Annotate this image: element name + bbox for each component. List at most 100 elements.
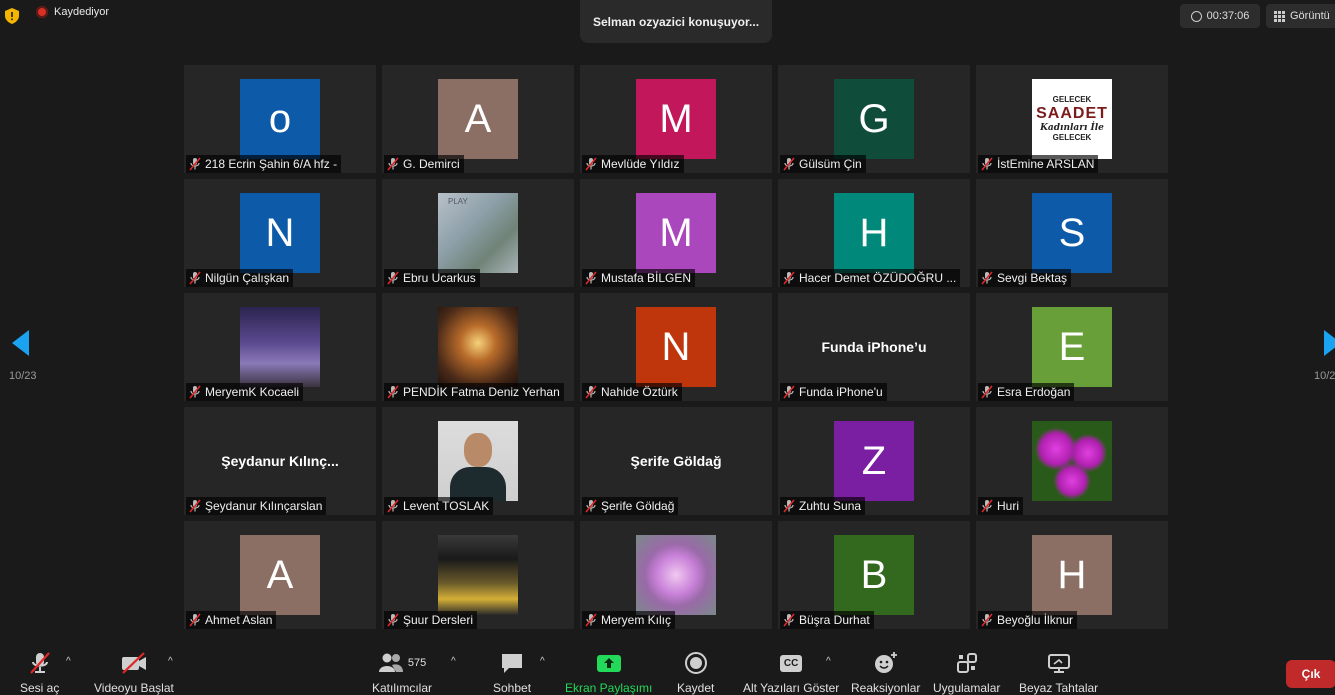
mic-muted-icon [188,157,202,171]
share-screen-button[interactable]: Ekran Paylaşımı [565,650,652,695]
participant-tile[interactable]: N Nilgün Çalışkan [184,179,376,287]
participant-tile[interactable]: E Esra Erdoğan [976,293,1168,401]
apps-button[interactable]: Uygulamalar [933,650,1000,695]
mic-muted-icon [782,271,796,285]
participant-name-label: Şerife Göldağ [582,497,679,515]
participants-button[interactable]: 575 Katılımcılar [372,650,432,695]
mic-muted-icon [584,385,598,399]
chat-label: Sohbet [493,681,532,695]
avatar: E [1032,307,1112,387]
captions-options-chevron-icon[interactable]: ^ [826,656,831,667]
image-caption: PLAY [448,197,468,206]
avatar: G [834,79,914,159]
previous-page-button[interactable]: 10/23 [5,330,41,382]
smiley-plus-icon [873,650,899,676]
logo-text: GELECEK [1052,133,1092,143]
mic-muted-icon [386,157,400,171]
participant-name-label: MeryemK Kocaeli [186,383,304,401]
recording-label: Kaydediyor [54,6,110,18]
participant-name: Şerife Göldağ [601,499,675,513]
participant-tile[interactable]: o 218 Ecrin Şahin 6/A hfz - [184,65,376,173]
participant-tile[interactable]: Şuur Dersleri [382,521,574,629]
participant-tile[interactable]: H Beyoğlu İlknur [976,521,1168,629]
chat-options-chevron-icon[interactable]: ^ [540,656,545,667]
video-options-chevron-icon[interactable]: ^ [168,656,173,667]
avatar: M [636,79,716,159]
start-video-button[interactable]: Videoyu Başlat [94,650,174,695]
reactions-button[interactable]: Reaksiyonlar [851,650,920,695]
gallery-grid: o 218 Ecrin Şahin 6/A hfz - A G. Demirci… [184,65,1168,629]
participant-tile[interactable]: S Sevgi Bektaş [976,179,1168,287]
participant-name-label: Mustafa BİLGEN [582,269,696,287]
meeting-toolbar: Sesi aç ^ Videoyu Başlat ^ 575 Katılımcı… [0,640,1335,695]
participant-tile[interactable]: Funda iPhone’u Funda iPhone'u [778,293,970,401]
participant-tile[interactable]: G Gülsüm Çin [778,65,970,173]
avatar: M [636,193,716,273]
participant-tile[interactable]: M Mevlüde Yıldız [580,65,772,173]
profile-picture [438,535,518,615]
participant-tile[interactable]: B Büşra Durhat [778,521,970,629]
participant-name-label: Beyoğlu İlknur [978,611,1078,629]
arrow-left-icon [12,330,29,356]
logo-text: Kadınları İle [1040,123,1104,134]
shield-icon[interactable] [5,8,19,24]
mic-muted-icon [188,385,202,399]
unmute-button[interactable]: Sesi aç [20,650,59,695]
participant-tile[interactable]: H Hacer Demet ÖZÜDOĞRU ... [778,179,970,287]
participant-tile[interactable]: Huri [976,407,1168,515]
participant-tile[interactable]: A G. Demirci [382,65,574,173]
participant-tile[interactable]: Levent TOSLAK [382,407,574,515]
participant-name-label: Şuur Dersleri [384,611,478,629]
participant-name-label: Nilgün Çalışkan [186,269,294,287]
participant-tile[interactable]: MeryemK Kocaeli [184,293,376,401]
participant-tile[interactable]: M Mustafa BİLGEN [580,179,772,287]
profile-picture: PLAY [438,193,518,273]
avatar: Z [834,421,914,501]
record-dot-icon [36,6,48,18]
participant-tile[interactable]: PENDİK Fatma Deniz Yerhan [382,293,574,401]
audio-options-chevron-icon[interactable]: ^ [66,656,71,667]
next-page-button[interactable]: 10/2 [1310,330,1335,382]
chat-button[interactable]: Sohbet [493,650,531,695]
participant-name-label: Esra Erdoğan [978,383,1075,401]
participant-tile[interactable]: Z Zuhtu Suna [778,407,970,515]
record-button[interactable]: Kaydet [677,650,714,695]
participant-tile[interactable]: GELECEK SAADET Kadınları İle GELECEK İst… [976,65,1168,173]
participant-name: Huri [997,499,1020,513]
profile-picture [1032,421,1112,501]
participant-tile[interactable]: Şerife Göldağ Şerife Göldağ [580,407,772,515]
avatar: A [240,535,320,615]
participant-name-label: Zuhtu Suna [780,497,866,515]
participant-name-label: Levent TOSLAK [384,497,494,515]
profile-picture [438,421,518,501]
mic-muted-icon [188,499,202,513]
captions-button[interactable]: CC Alt Yazıları Göster [743,650,839,695]
participant-tile[interactable]: Şeydanur Kılınç... Şeydanur Kılınçarslan [184,407,376,515]
share-screen-label: Ekran Paylaşımı [565,681,653,695]
participant-name: Sevgi Bektaş [997,271,1068,285]
participant-name: Şeydanur Kılınçarslan [205,499,323,513]
participant-name: Şuur Dersleri [403,613,474,627]
mic-muted-icon [584,271,598,285]
participant-name: Funda iPhone'u [799,385,883,399]
participant-name-label: İstEmine ARSLAN [978,155,1099,173]
page-indicator-left: 10/23 [9,370,37,382]
participants-options-chevron-icon[interactable]: ^ [451,656,456,667]
mic-muted-icon [188,271,202,285]
leave-button[interactable]: Çık [1286,660,1335,688]
mic-muted-icon [584,499,598,513]
view-button[interactable]: Görüntü [1266,4,1335,28]
participant-name: Mevlüde Yıldız [601,157,680,171]
participant-name: G. Demirci [403,157,460,171]
recording-indicator[interactable]: Kaydediyor [36,6,109,18]
participant-tile[interactable]: PLAY Ebru Ucarkus [382,179,574,287]
whiteboards-button[interactable]: Beyaz Tahtalar [1019,650,1098,695]
participant-tile[interactable]: A Ahmet Aslan [184,521,376,629]
logo-text: GELECEK [1052,95,1092,105]
participant-tile[interactable]: Meryem Kılıç [580,521,772,629]
participant-tile[interactable]: N Nahide Öztürk [580,293,772,401]
avatar: H [1032,535,1112,615]
participant-name: Mustafa BİLGEN [601,271,692,285]
arrow-right-icon [1324,330,1335,356]
chat-icon [500,650,524,676]
